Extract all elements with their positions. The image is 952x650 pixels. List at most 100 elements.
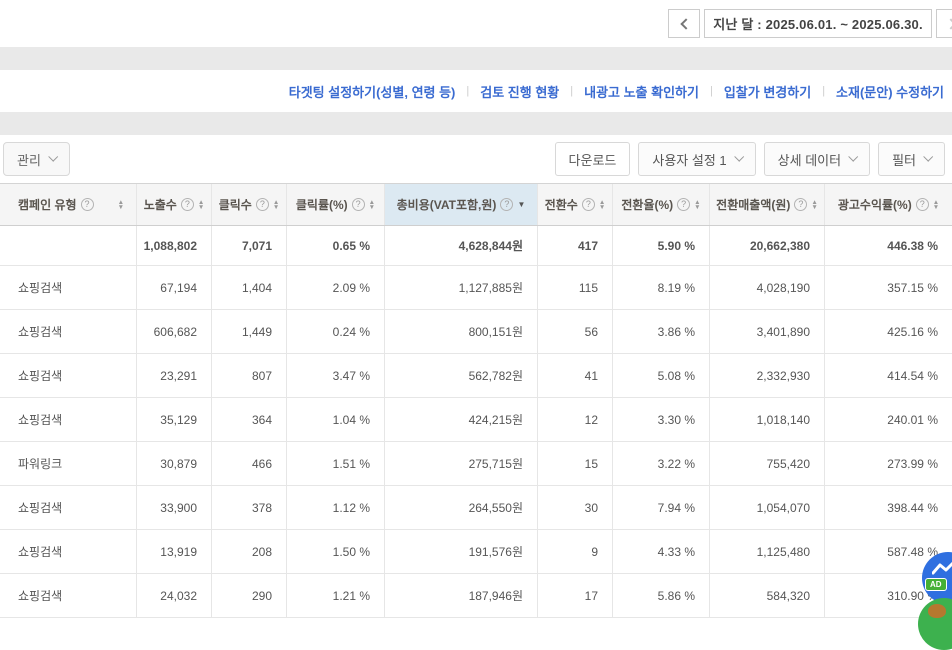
top-bar: 지난 달 : 2025.06.01. ~ 2025.06.30. (0, 0, 952, 47)
sort-icon[interactable]: ▲ ▼ (598, 199, 606, 211)
metric-cell: 273.99 % (887, 456, 938, 471)
help-icon[interactable]: ? (677, 198, 691, 211)
user-setting-dropdown-button[interactable]: 사용자 설정 1 (638, 142, 756, 176)
campaign-type-cell: 쇼핑검색 (0, 530, 137, 573)
manage-dropdown-button[interactable]: 관리 (3, 142, 70, 176)
help-icon[interactable]: ? (915, 198, 929, 211)
table-row: 쇼핑검색 33,900 378 1.12 % 264,550원 30 7.94 % 1,054… (0, 486, 952, 530)
chat-character-icon (928, 604, 946, 618)
metric-cell: 17 (538, 574, 613, 617)
metric-cell: 4,028,190 (710, 266, 825, 309)
help-icon[interactable]: ? (80, 198, 94, 211)
header-label-group: 총비용(VAT포함,원)? ▼ (397, 196, 525, 213)
metric-cell: 1,449 (212, 310, 287, 353)
metric-cell: 275,715원 (385, 442, 538, 485)
help-icon[interactable]: ? (351, 198, 365, 211)
help-icon[interactable]: ? (180, 198, 194, 211)
filter-dropdown-button[interactable]: 필터 (878, 142, 945, 176)
header-label-group: 전환율(%)? ▲ ▼ (621, 196, 701, 213)
help-icon[interactable]: ? (500, 198, 514, 211)
header-label-group: 전환매출액(원)? ▲ ▼ (716, 196, 818, 213)
column-header-8[interactable]: 광고수익률(%)? ▲ ▼ (825, 184, 952, 225)
sort-icon[interactable]: ▲ ▼ (811, 199, 818, 211)
download-button[interactable]: 다운로드 (554, 142, 631, 176)
sort-down-glyph: ▼ (197, 203, 205, 211)
table-header-row: 캠페인 유형? ▲ ▼ 노출수? ▲ ▼ 클릭수? ▲ ▼ 클릭률(%)? ▲ ▼ 총비용(VAT포함,… (0, 184, 952, 226)
metric-cell: 264,550원 (385, 486, 538, 529)
sort-icon[interactable]: ▲ ▼ (273, 199, 279, 211)
column-header-4[interactable]: 총비용(VAT포함,원)? ▼ (385, 184, 538, 225)
sort-icon[interactable]: ▲ ▼ (197, 199, 205, 211)
help-icon[interactable]: ? (794, 198, 808, 211)
column-header-2[interactable]: 클릭수? ▲ ▼ (212, 184, 287, 225)
column-label: 전환매출액(원) (716, 198, 791, 212)
metric-cell: 417 (538, 226, 613, 265)
metric-cell: 1,127,885원 (385, 266, 538, 309)
divider-band-top (0, 47, 952, 70)
prev-period-button[interactable] (668, 9, 700, 38)
column-header-1[interactable]: 노출수? ▲ ▼ (137, 184, 212, 225)
column-header-5[interactable]: 전환수? ▲ ▼ (538, 184, 613, 225)
sort-down-glyph: ▼ (598, 203, 606, 211)
sort-icon[interactable]: ▲ ▼ (369, 199, 375, 211)
table-toolbar: 관리 다운로드 사용자 설정 1 상세 데이터 필터 (0, 135, 952, 183)
metric-cell: 1.51 % (287, 442, 385, 485)
sort-desc-icon[interactable]: ▼ (517, 200, 525, 209)
quick-link-3[interactable]: 입찰가 변경하기 (724, 82, 811, 101)
table-total-row: 1,088,802 7,071 0.65 % 4,628,844원 417 5.90 % 2… (0, 226, 952, 266)
column-header-3[interactable]: 클릭률(%)? ▲ ▼ (287, 184, 385, 225)
column-label: 클릭률(%) (295, 198, 348, 212)
campaign-type-cell: 쇼핑검색 (0, 574, 137, 617)
table-row: 쇼핑검색 606,682 1,449 0.24 % 800,151원 56 3.86 % 3,… (0, 310, 952, 354)
column-header-0[interactable]: 캠페인 유형? ▲ ▼ (0, 184, 137, 225)
divider-band-bottom (0, 112, 952, 135)
detail-data-dropdown-button[interactable]: 상세 데이터 (763, 142, 871, 176)
metric-cell: 425.16 % (887, 324, 938, 339)
detail-data-label: 상세 데이터 (777, 152, 842, 168)
column-label: 노출수 (143, 198, 177, 212)
table-body: 1,088,802 7,071 0.65 % 4,628,844원 417 5.90 % 2… (0, 226, 952, 618)
metric-cell: 4.33 % (613, 530, 710, 573)
chevron-right-icon (944, 17, 952, 30)
metric-cell: 208 (212, 530, 287, 573)
metric-cell: 191,576원 (385, 530, 538, 573)
campaign-type-cell (0, 226, 137, 265)
campaign-type-cell: 쇼핑검색 (0, 486, 137, 529)
quick-link-2[interactable]: 내광고 노출 확인하기 (584, 82, 699, 101)
chevron-left-icon (679, 17, 692, 30)
metric-cell: 30,879 (137, 442, 212, 485)
sort-icon[interactable]: ▲ ▼ (933, 199, 939, 211)
metric-cell: 1.21 % (287, 574, 385, 617)
column-header-6[interactable]: 전환율(%)? ▲ ▼ (613, 184, 710, 225)
sort-icon[interactable]: ▲ ▼ (118, 199, 124, 211)
campaign-type-cell: 쇼핑검색 (0, 398, 137, 441)
metric-cell: 414.54 % (887, 368, 938, 383)
chevron-down-icon (733, 151, 744, 162)
metric-cell: 12 (538, 398, 613, 441)
metric-cell: 240.01 % (887, 412, 938, 427)
metric-cell: 115 (538, 266, 613, 309)
sort-down-glyph: ▼ (811, 203, 818, 211)
help-icon[interactable]: ? (255, 198, 269, 211)
column-label: 전환수 (544, 198, 578, 212)
campaign-type-cell: 쇼핑검색 (0, 310, 137, 353)
metric-cell: 24,032 (137, 574, 212, 617)
sort-icon[interactable]: ▲ ▼ (694, 199, 700, 211)
date-range-label: 지난 달 : 2025.06.01. ~ 2025.06.30. (704, 9, 932, 38)
metric-cell: 1,404 (212, 266, 287, 309)
metric-cell: 187,946원 (385, 574, 538, 617)
quick-link-4[interactable]: 소재(문안) 수정하기 (836, 82, 944, 101)
toolbar-right-group: 다운로드 사용자 설정 1 상세 데이터 필터 (554, 142, 945, 176)
help-icon[interactable]: ? (581, 198, 595, 211)
metric-cell: 4,628,844원 (385, 226, 538, 265)
manage-label: 관리 (17, 152, 41, 168)
table-row: 쇼핑검색 35,129 364 1.04 % 424,215원 12 3.30 % 1,018… (0, 398, 952, 442)
link-separator: | (466, 85, 470, 97)
header-label-group: 광고수익률(%)? ▲ ▼ (838, 196, 939, 213)
metric-cell: 446.38 % (887, 238, 938, 253)
metric-cell: 398.44 % (887, 500, 938, 515)
quick-link-0[interactable]: 타겟팅 설정하기(성별, 연령 등) (289, 82, 456, 101)
column-header-7[interactable]: 전환매출액(원)? ▲ ▼ (710, 184, 825, 225)
quick-link-1[interactable]: 검토 진행 현황 (480, 82, 559, 101)
next-period-button[interactable] (936, 9, 952, 38)
